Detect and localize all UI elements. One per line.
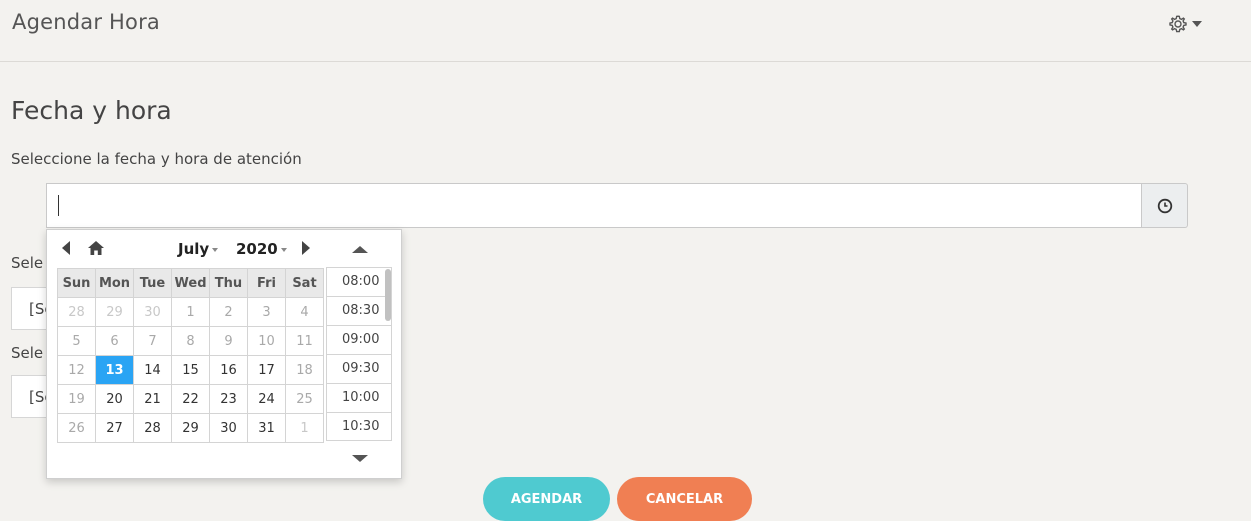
calendar-day: 4: [285, 297, 324, 327]
calendar-day: 2: [209, 297, 248, 327]
calendar-day: 9: [209, 326, 248, 356]
calendar-day: 8: [171, 326, 210, 356]
calendar-day[interactable]: 23: [209, 384, 248, 414]
section-title: Fecha y hora: [11, 96, 172, 125]
datetime-picker: July 2020 Sun Mon Tue Wed Thu Fri Sat 28 29 30 1 2…: [46, 229, 402, 479]
calendar-day: 28: [57, 297, 96, 327]
clock-icon: [1157, 198, 1172, 213]
time-option[interactable]: 10:00: [327, 384, 391, 413]
year-label: 2020: [236, 240, 278, 258]
calendar-grid: Sun Mon Tue Wed Thu Fri Sat 28 29 30 1 2 3 4 5 6 7 8 9 10 1…: [57, 268, 324, 443]
settings-menu-button[interactable]: [1168, 14, 1202, 34]
time-option[interactable]: 08:00: [327, 268, 391, 297]
calendar-day[interactable]: 20: [95, 384, 134, 414]
calendar-day[interactable]: 14: [133, 355, 172, 385]
calendar-day: 1: [285, 413, 324, 443]
field-label-2: Sele: [11, 344, 44, 362]
cancelar-button[interactable]: CANCELAR: [617, 477, 752, 521]
calendar-day: 25: [285, 384, 324, 414]
clock-button[interactable]: [1142, 183, 1188, 228]
field-label-1: Sele: [11, 254, 44, 272]
calendar-day: 3: [247, 297, 286, 327]
datetime-label: Seleccione la fecha y hora de atención: [11, 150, 302, 168]
year-select[interactable]: 2020: [236, 240, 287, 258]
calendar-day[interactable]: 31: [247, 413, 286, 443]
month-label: July: [178, 240, 210, 258]
calendar-week-row: 26 27 28 29 30 31 1: [57, 413, 324, 443]
calendar-day: 26: [57, 413, 96, 443]
next-month-icon[interactable]: [302, 241, 310, 255]
calendar-day: 30: [133, 297, 172, 327]
calendar-day[interactable]: 30: [209, 413, 248, 443]
weekday-header: Fri: [247, 268, 286, 298]
calendar-day[interactable]: 22: [171, 384, 210, 414]
calendar-day: 12: [57, 355, 96, 385]
weekday-header: Mon: [95, 268, 134, 298]
calendar-day: 6: [95, 326, 134, 356]
weekday-header: Sun: [57, 268, 96, 298]
calendar-day: 19: [57, 384, 96, 414]
month-select[interactable]: July: [178, 240, 219, 258]
calendar-day[interactable]: 16: [209, 355, 248, 385]
calendar-week-row: 5 6 7 8 9 10 11: [57, 326, 324, 356]
home-icon[interactable]: [88, 241, 104, 255]
calendar-day: 7: [133, 326, 172, 356]
weekday-header-row: Sun Mon Tue Wed Thu Fri Sat: [57, 268, 324, 298]
year-caret-icon: [280, 247, 287, 252]
weekday-header: Sat: [285, 268, 324, 298]
weekday-header: Thu: [209, 268, 248, 298]
time-option[interactable]: 10:30: [327, 413, 391, 440]
calendar-day[interactable]: 29: [171, 413, 210, 443]
app-title: Agendar Hora: [12, 10, 160, 34]
app-header: Agendar Hora: [0, 0, 1251, 62]
gear-icon: [1169, 15, 1187, 33]
time-option[interactable]: 09:30: [327, 355, 391, 384]
weekday-header: Tue: [133, 268, 172, 298]
calendar-day[interactable]: 28: [133, 413, 172, 443]
calendar-week-row: 12 13 14 15 16 17 18: [57, 355, 324, 385]
calendar-week-row: 28 29 30 1 2 3 4: [57, 297, 324, 327]
calendar-day-selected[interactable]: 13: [95, 355, 134, 385]
calendar-day[interactable]: 21: [133, 384, 172, 414]
calendar-day[interactable]: 17: [247, 355, 286, 385]
datetime-input[interactable]: [46, 183, 1142, 228]
calendar-day: 29: [95, 297, 134, 327]
agendar-button[interactable]: AGENDAR: [483, 477, 610, 521]
calendar-day: 18: [285, 355, 324, 385]
calendar-day[interactable]: 24: [247, 384, 286, 414]
weekday-header: Wed: [171, 268, 210, 298]
calendar-day[interactable]: 27: [95, 413, 134, 443]
time-list-scrollbar[interactable]: [385, 269, 391, 321]
calendar-day: 5: [57, 326, 96, 356]
caret-down-icon: [1192, 21, 1202, 27]
calendar-week-row: 19 20 21 22 23 24 25: [57, 384, 324, 414]
time-scroll-down-icon[interactable]: [352, 455, 368, 462]
prev-month-icon[interactable]: [62, 241, 70, 255]
time-option[interactable]: 08:30: [327, 297, 391, 326]
calendar-day: 10: [247, 326, 286, 356]
time-option[interactable]: 09:00: [327, 326, 391, 355]
time-list: 08:00 08:30 09:00 09:30 10:00 10:30: [326, 267, 392, 441]
month-caret-icon: [212, 247, 219, 252]
time-scroll-up-icon[interactable]: [352, 246, 368, 253]
calendar-day: 1: [171, 297, 210, 327]
text-cursor: [58, 195, 59, 216]
calendar-day: 11: [285, 326, 324, 356]
calendar-day[interactable]: 15: [171, 355, 210, 385]
